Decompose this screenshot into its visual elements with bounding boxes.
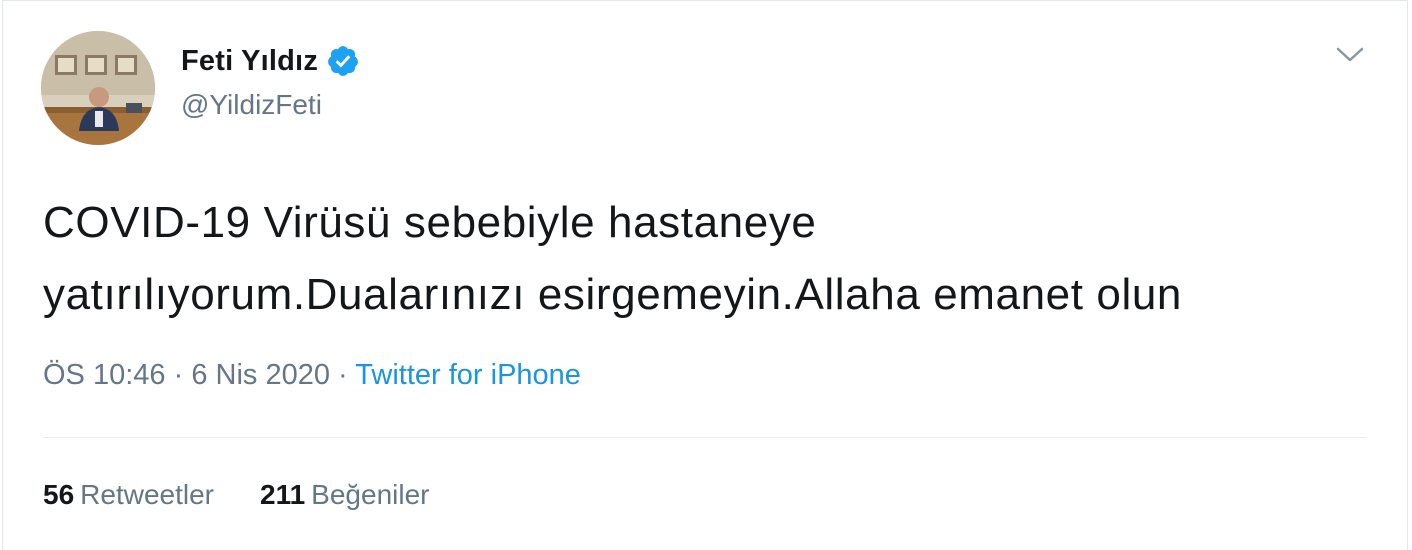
retweets-label: Retweetler (80, 479, 214, 510)
tweet-time[interactable]: ÖS 10:46 (43, 359, 166, 391)
divider (43, 437, 1367, 438)
tweet-date[interactable]: 6 Nis 2020 (191, 359, 330, 391)
name-row: Feti Yıldız (181, 41, 360, 81)
retweets-count: 56 (43, 479, 75, 510)
tweet-source-link[interactable]: Twitter for iPhone (355, 359, 581, 391)
tweet-card: Feti Yıldız @YildizFeti COVID-19 Virüsü … (2, 0, 1408, 550)
tweet-stats: 56 Retweetler 211 Beğeniler (43, 479, 475, 511)
display-name[interactable]: Feti Yıldız (181, 45, 318, 78)
meta-separator: · (338, 359, 348, 391)
handle[interactable]: @YildizFeti (181, 89, 360, 121)
author-info: Feti Yıldız @YildizFeti (181, 41, 360, 121)
likes-count: 211 (260, 479, 306, 510)
avatar-image (41, 31, 155, 145)
likes-stat[interactable]: 211 Beğeniler (260, 479, 429, 511)
retweets-stat[interactable]: 56 Retweetler (43, 479, 214, 511)
meta-separator: · (173, 359, 184, 391)
chevron-down-icon[interactable] (1335, 45, 1365, 65)
verified-badge-icon (326, 44, 360, 78)
tweet-header: Feti Yıldız @YildizFeti (41, 31, 360, 145)
likes-label: Beğeniler (311, 479, 430, 510)
tweet-text: COVID-19 Virüsü sebebiyle hastaneye yatı… (43, 198, 1182, 319)
avatar[interactable] (41, 31, 155, 145)
tweet-meta: ÖS 10:46 · 6 Nis 2020 · Twitter for iPho… (43, 359, 581, 392)
